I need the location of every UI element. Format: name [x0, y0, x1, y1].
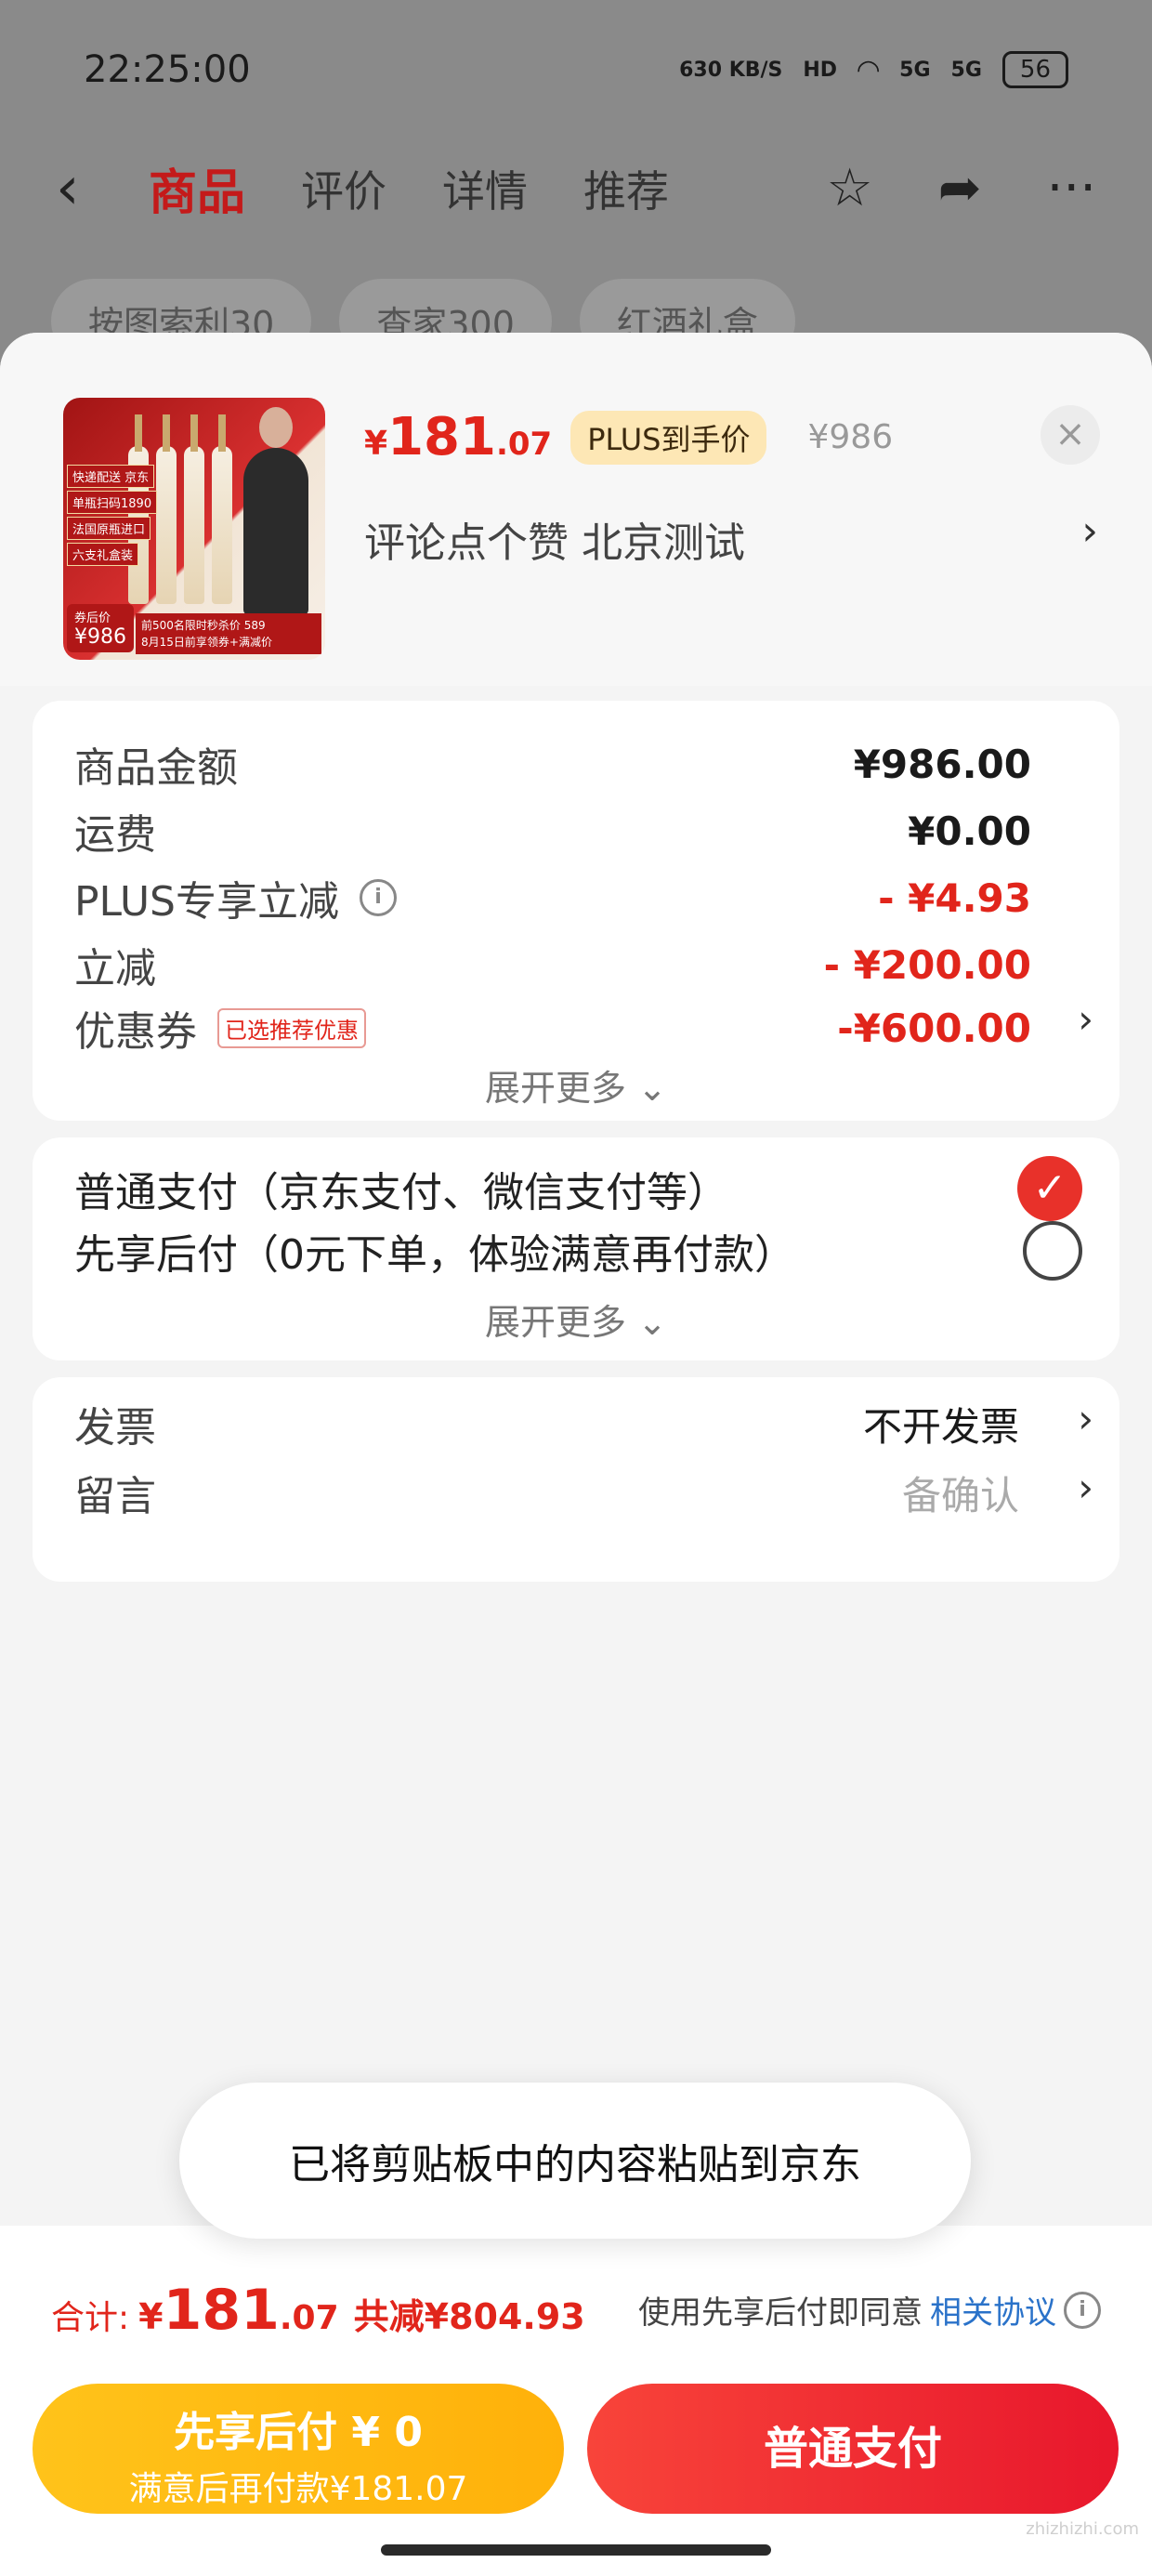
product-spec[interactable]: 评论点个赞 北京测试: [364, 509, 745, 569]
invoice-row[interactable]: 发票 不开发票: [74, 1394, 1019, 1453]
total-label: 合计:: [51, 2299, 130, 2337]
share-icon[interactable]: ➦: [938, 158, 982, 218]
cost-row: 立减 - ¥200.00: [74, 935, 1031, 994]
payment-option-label: 先享后付（0元下单，体验满意再付款）: [74, 1231, 795, 1279]
extras-card: 发票 不开发票 › 留言 备确认 ›: [33, 1377, 1119, 1582]
payment-option[interactable]: 先享后付（0元下单，体验满意再付款）: [74, 1221, 1082, 1281]
cost-label: 运费: [74, 811, 156, 859]
cost-value: ¥986.00: [853, 741, 1031, 787]
signal-icon: 5G: [950, 58, 982, 82]
image-tag: 六支礼盒装: [67, 543, 139, 566]
image-tag: 法国原瓶进口: [67, 517, 151, 540]
more-icon[interactable]: ···: [1047, 158, 1096, 218]
bottom-bar: 合计: ¥ 181 .07 共减¥804.93 使用先享后付即同意 相关协议 i …: [0, 2226, 1152, 2576]
coupon-row[interactable]: 优惠券 已选推荐优惠 -¥600.00: [74, 998, 1031, 1058]
signal-icon: 5G: [899, 58, 931, 82]
info-icon[interactable]: i: [1064, 2291, 1101, 2329]
cost-card: 商品金额 ¥986.00 运费 ¥0.00 PLUS专享立减 i - ¥4.93 …: [33, 701, 1119, 1121]
status-icons: 630 KB/S HD ◠ 5G 5G 56: [679, 51, 1068, 88]
normal-pay-button[interactable]: 普通支付: [587, 2384, 1119, 2514]
status-time: 22:25:00: [84, 48, 251, 91]
price-line: ¥ 181 .07 PLUS到手价 ¥986: [364, 407, 893, 467]
cost-value: -¥600.00: [837, 1005, 1031, 1051]
image-price: 券后价 ¥986: [67, 604, 134, 652]
pay-later-subtitle: 满意后再付款¥181.07: [128, 2470, 468, 2508]
product-image: 快递配送 京东 单瓶扫码1890 法国原瓶进口 六支礼盒装 券后价 ¥986 前5…: [63, 398, 325, 660]
cost-value: - ¥200.00: [823, 941, 1031, 988]
cost-row: 商品金额 ¥986.00: [74, 734, 1031, 794]
tab-reviews[interactable]: 评价: [301, 158, 386, 219]
invoice-value: 不开发票: [862, 1403, 1019, 1450]
hd-icon: HD: [803, 58, 838, 82]
cost-value: - ¥4.93: [878, 874, 1031, 921]
invoice-label: 发票: [74, 1404, 156, 1452]
payment-option-label: 普通支付（京东支付、微信支付等）: [74, 1169, 728, 1216]
checkout-sheet: 快递配送 京东 单瓶扫码1890 法国原瓶进口 六支礼盒装 券后价 ¥986 前5…: [0, 333, 1152, 2576]
expand-more-button[interactable]: 展开更多 ⌄: [33, 1294, 1119, 1345]
chevron-right-icon[interactable]: ›: [1078, 996, 1093, 1042]
price-decimal: .07: [495, 426, 553, 463]
agreement-link[interactable]: 相关协议: [930, 2287, 1056, 2333]
product-header: 快递配送 京东 单瓶扫码1890 法国原瓶进口 六支礼盒装 券后价 ¥986 前5…: [0, 333, 1152, 686]
battery-icon: 56: [1001, 51, 1068, 88]
original-price: ¥986: [807, 418, 894, 456]
tab-details[interactable]: 详情: [442, 158, 528, 219]
wifi-icon: ◠: [857, 53, 880, 86]
image-tag: 快递配送 京东: [67, 465, 155, 488]
unchecked-radio-icon[interactable]: [1023, 1221, 1082, 1281]
cost-label: 优惠券 已选推荐优惠: [74, 998, 366, 1058]
total-saved: 共减¥804.93: [353, 2296, 585, 2337]
cost-row: PLUS专享立减 i - ¥4.93: [74, 868, 1031, 927]
message-row[interactable]: 留言 备确认: [74, 1463, 1019, 1522]
checked-radio-icon[interactable]: ✓: [1017, 1156, 1082, 1221]
expand-more-button[interactable]: 展开更多 ⌄: [33, 1059, 1119, 1111]
payment-card: 普通支付（京东支付、微信支付等） ✓ 先享后付（0元下单，体验满意再付款） 展开…: [33, 1137, 1119, 1360]
info-icon[interactable]: i: [360, 879, 397, 916]
product-nav-bar: ‹ 商品 评价 详情 推荐 ☆ ➦ ···: [0, 139, 1152, 237]
clipboard-toast: 已将剪贴板中的内容粘贴到京东: [179, 2083, 971, 2239]
total-integer: 181: [163, 2278, 280, 2343]
cost-row: 运费 ¥0.00: [74, 801, 1031, 861]
pay-later-button[interactable]: 先享后付 ¥ 0 满意后再付款¥181.07: [33, 2384, 564, 2514]
price-symbol: ¥: [364, 425, 388, 463]
cost-label: PLUS专享立减 i: [74, 868, 397, 927]
cost-label: 商品金额: [74, 744, 238, 792]
cost-value: ¥0.00: [908, 808, 1031, 854]
cost-label: 立减: [74, 945, 156, 992]
chevron-right-icon[interactable]: ›: [1078, 1396, 1093, 1441]
watermark: zhizhizhi.com: [1026, 2519, 1139, 2539]
home-indicator[interactable]: [381, 2544, 771, 2556]
plus-price-badge: PLUS到手价: [570, 410, 767, 465]
image-tag: 单瓶扫码1890: [67, 491, 158, 514]
total-decimal: .07: [279, 2299, 339, 2337]
close-icon[interactable]: ×: [1041, 405, 1100, 465]
message-value: 备确认: [901, 1472, 1019, 1518]
net-speed: 630 KB/S: [679, 58, 783, 82]
tab-recommend[interactable]: 推荐: [583, 158, 669, 219]
tab-goods[interactable]: 商品: [149, 153, 245, 223]
chevron-right-icon[interactable]: ›: [1081, 507, 1098, 555]
pay-later-title: 先享后付 ¥ 0: [174, 2409, 423, 2456]
chevron-right-icon[interactable]: ›: [1078, 1465, 1093, 1510]
person-figure: [243, 407, 308, 615]
coupon-tag: 已选推荐优惠: [217, 1007, 366, 1048]
status-bar: 22:25:00 630 KB/S HD ◠ 5G 5G 56: [0, 0, 1152, 139]
message-label: 留言: [74, 1473, 156, 1520]
star-icon[interactable]: ☆: [826, 158, 872, 218]
price-integer: 181: [387, 407, 496, 467]
order-summary: 合计: ¥ 181 .07 共减¥804.93: [51, 2278, 585, 2343]
payment-option[interactable]: 普通支付（京东支付、微信支付等） ✓: [74, 1156, 1082, 1221]
back-arrow-icon[interactable]: ‹: [56, 154, 111, 223]
image-band: 前500名限时秒杀价 589 8月15日前享领券+满减价: [136, 613, 321, 654]
agreement-text: 使用先享后付即同意 相关协议 i: [638, 2287, 1101, 2333]
total-symbol: ¥: [138, 2296, 164, 2337]
